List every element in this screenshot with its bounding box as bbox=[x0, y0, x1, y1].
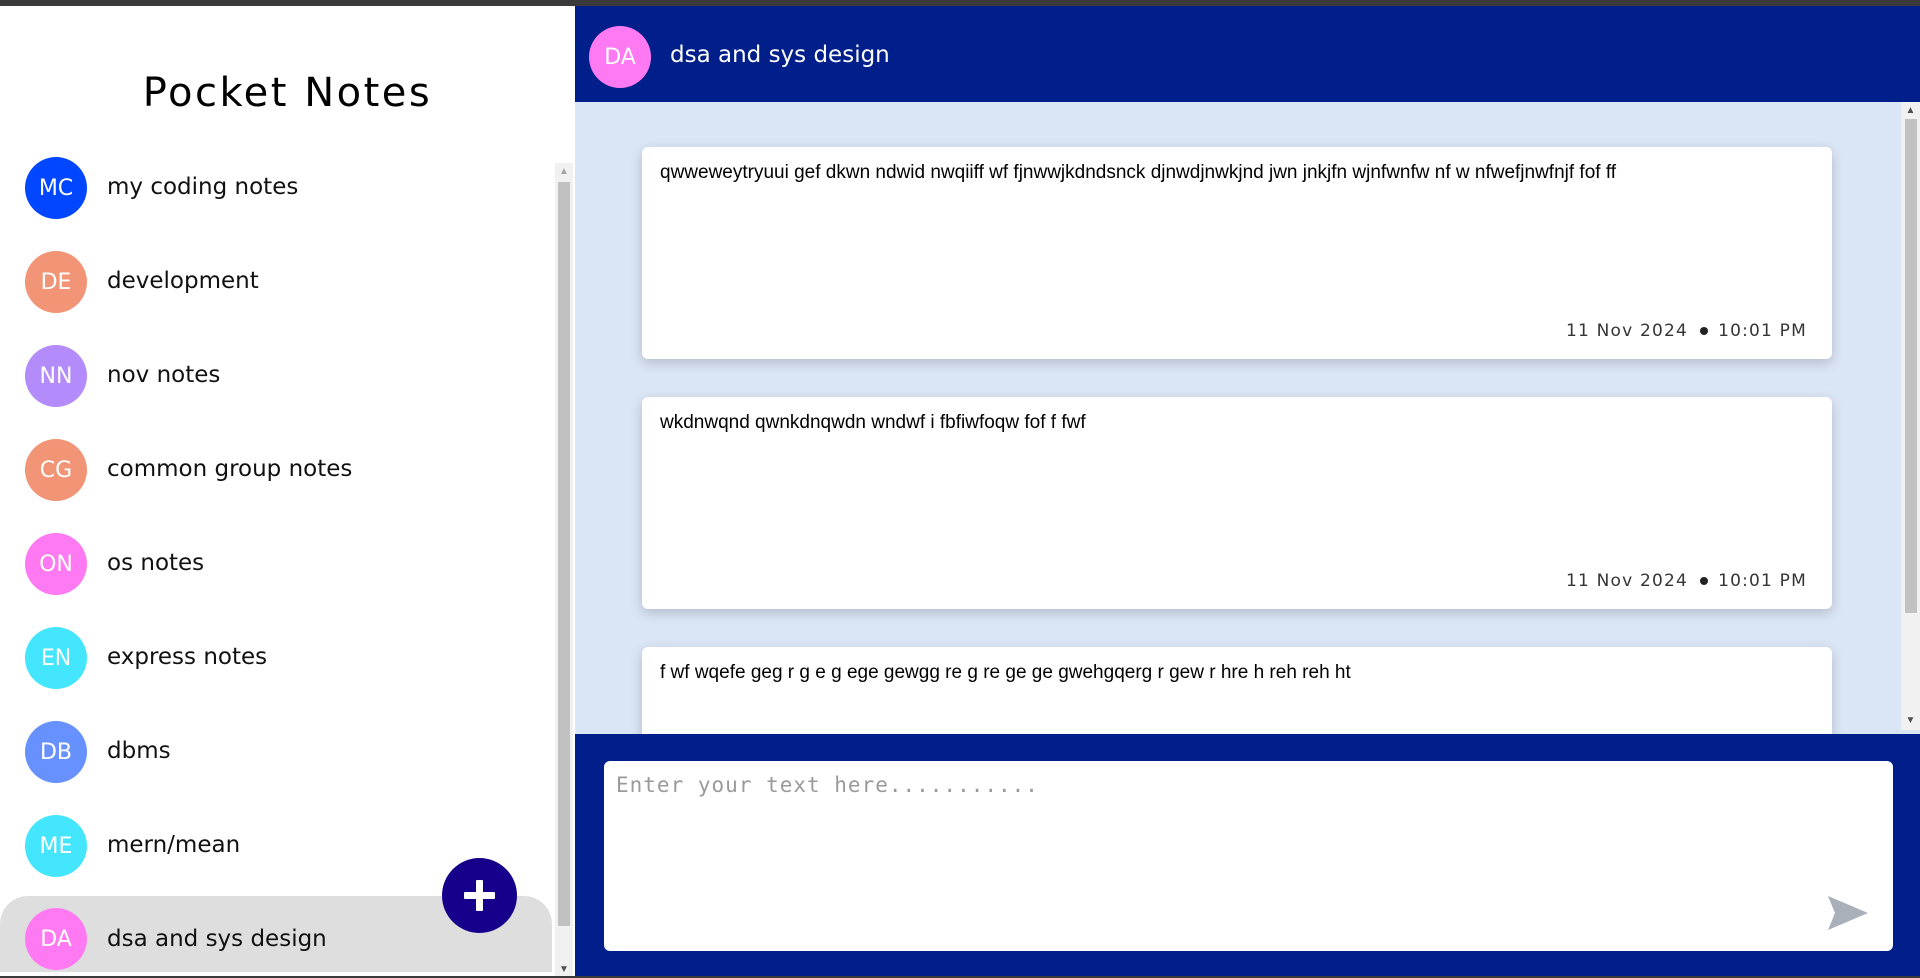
composer-box bbox=[604, 761, 1893, 951]
group-item[interactable]: EN express notes bbox=[0, 626, 552, 690]
separator-dot-icon bbox=[1700, 577, 1709, 585]
note-text: wkdnwqnd qwnkdnqwdn wndwf i fbfiwfoqw fo… bbox=[660, 412, 1086, 433]
group-avatar: DB bbox=[25, 721, 87, 783]
group-name: nov notes bbox=[107, 362, 221, 388]
note-card: qwweweytryuui gef dkwn ndwid nwqiiff wf … bbox=[642, 147, 1832, 359]
scroll-up-arrow-icon[interactable]: ▲ bbox=[555, 163, 573, 180]
note-text: qwweweytryuui gef dkwn ndwid nwqiiff wf … bbox=[660, 162, 1617, 183]
notes-list[interactable]: qwweweytryuui gef dkwn ndwid nwqiiff wf … bbox=[575, 102, 1920, 739]
notes-panel: DA dsa and sys design qwweweytryuui gef … bbox=[575, 6, 1920, 976]
header-avatar: DA bbox=[589, 26, 651, 88]
group-name: express notes bbox=[107, 644, 268, 670]
note-text-input[interactable] bbox=[616, 773, 1816, 923]
notes-header: DA dsa and sys design bbox=[575, 6, 1920, 102]
scrollbar-thumb[interactable] bbox=[1905, 119, 1917, 613]
group-item[interactable]: ON os notes bbox=[0, 532, 552, 596]
separator-dot-icon bbox=[1700, 327, 1709, 335]
note-date: 11 Nov 2024 bbox=[1565, 321, 1689, 341]
group-avatar: DA bbox=[25, 908, 87, 970]
note-composer bbox=[575, 734, 1920, 976]
group-name: os notes bbox=[107, 550, 205, 576]
notes-scrollbar[interactable]: ▲ ▼ bbox=[1901, 102, 1920, 730]
add-group-button[interactable] bbox=[442, 858, 517, 933]
header-title: dsa and sys design bbox=[670, 42, 890, 68]
note-text: f wf wqefe geg r g e g ege gewgg re g re… bbox=[660, 662, 1351, 683]
group-name: dsa and sys design bbox=[107, 926, 327, 952]
groups-sidebar: Pocket Notes MC my coding notes DE developm… bbox=[0, 6, 575, 976]
group-name: mern/mean bbox=[107, 832, 241, 858]
scroll-up-arrow-icon[interactable]: ▲ bbox=[1901, 102, 1920, 119]
send-icon[interactable] bbox=[1826, 893, 1870, 933]
app-title: Pocket Notes bbox=[142, 70, 433, 116]
note-time: 10:01 PM bbox=[1718, 321, 1807, 341]
group-avatar: DE bbox=[25, 251, 87, 313]
note-timestamp: 11 Nov 2024 10:01 PM bbox=[1566, 321, 1807, 341]
note-card: wkdnwqnd qwnkdnqwdn wndwf i fbfiwfoqw fo… bbox=[642, 397, 1832, 609]
group-avatar: CG bbox=[25, 439, 87, 501]
group-list: MC my coding notes DE development NN nov note… bbox=[0, 156, 552, 976]
group-item[interactable]: MC my coding notes bbox=[0, 156, 552, 220]
plus-icon-stroke bbox=[476, 880, 483, 911]
group-avatar: MC bbox=[25, 157, 87, 219]
group-name: my coding notes bbox=[107, 174, 299, 200]
note-card: f wf wqefe geg r g e g ege gewgg re g re… bbox=[642, 647, 1832, 739]
group-name: dbms bbox=[107, 738, 171, 764]
scroll-down-arrow-icon[interactable]: ▼ bbox=[555, 961, 573, 976]
note-time: 10:01 PM bbox=[1718, 571, 1807, 591]
group-item[interactable]: DB dbms bbox=[0, 720, 552, 784]
group-avatar: EN bbox=[25, 627, 87, 689]
group-name: common group notes bbox=[107, 456, 353, 482]
group-item[interactable]: DE development bbox=[0, 250, 552, 314]
group-avatar: ME bbox=[25, 815, 87, 877]
note-timestamp: 11 Nov 2024 10:01 PM bbox=[1566, 571, 1807, 591]
sidebar-scrollbar[interactable]: ▲ ▼ bbox=[555, 163, 573, 976]
scroll-down-arrow-icon[interactable]: ▼ bbox=[1901, 712, 1920, 729]
note-date: 11 Nov 2024 bbox=[1565, 571, 1689, 591]
scrollbar-thumb[interactable] bbox=[558, 182, 570, 926]
group-item[interactable]: CG common group notes bbox=[0, 438, 552, 502]
group-avatar: ON bbox=[25, 533, 87, 595]
group-item[interactable]: NN nov notes bbox=[0, 344, 552, 408]
group-avatar: NN bbox=[25, 345, 87, 407]
group-name: development bbox=[107, 268, 259, 294]
